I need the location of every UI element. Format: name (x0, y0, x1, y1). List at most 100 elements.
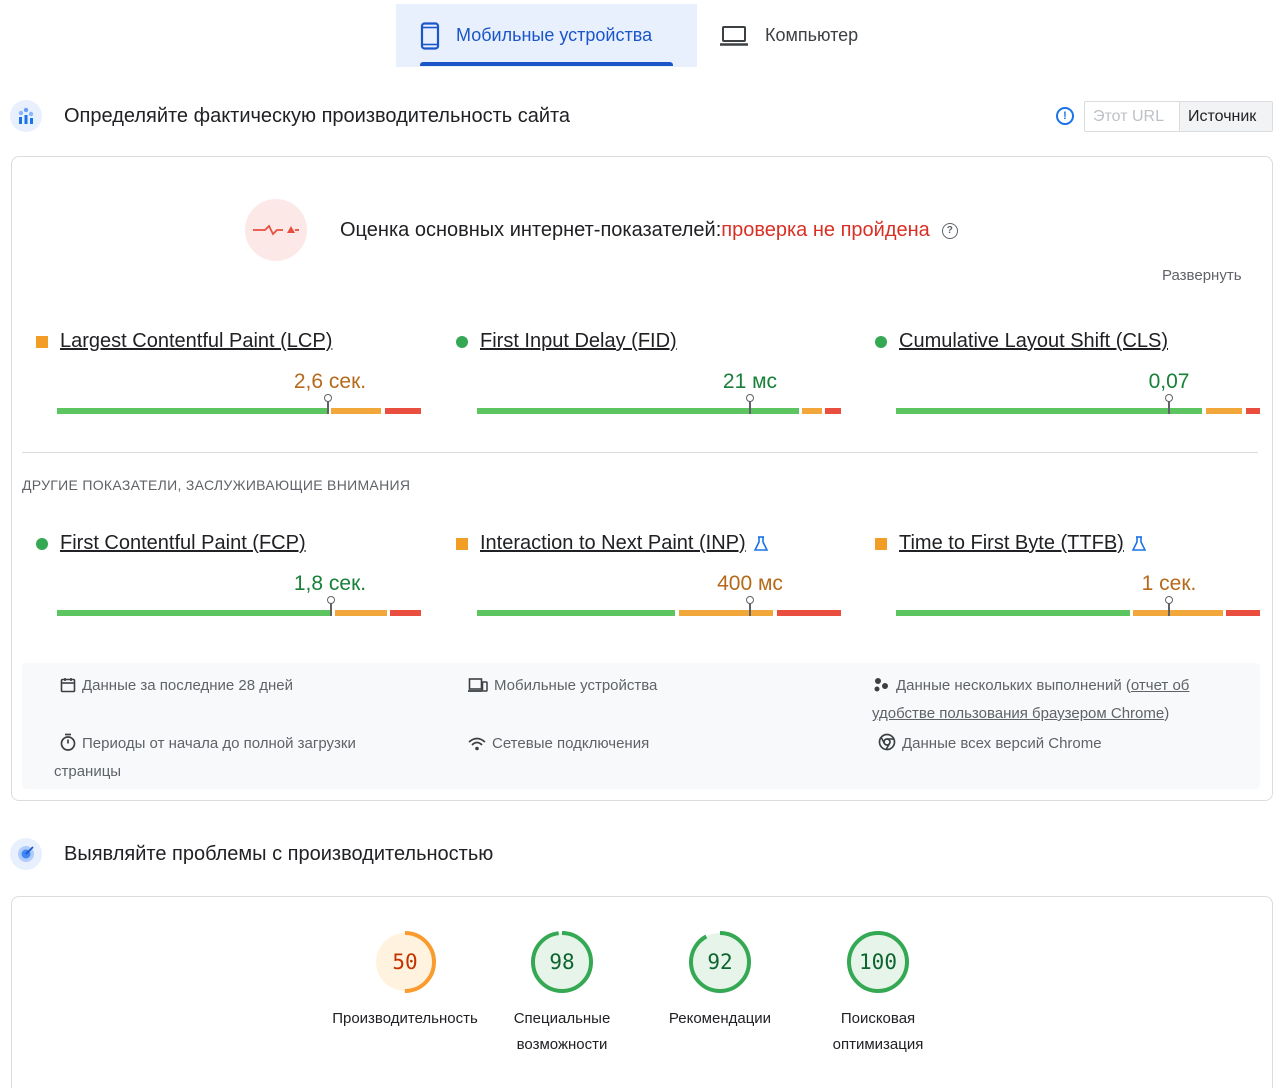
score-best-practices[interactable]: 92 Рекомендации (640, 930, 800, 1032)
devices-icon (468, 676, 488, 701)
lab-section-header: Выявляйте проблемы с производительностью (10, 838, 493, 870)
network-connections-text: Сетевые подключения (492, 735, 650, 752)
lab-section-title: Выявляйте проблемы с производительностью (64, 842, 494, 865)
visit-durations-line2: страницы (54, 763, 122, 780)
metric-fcp: First Contentful Paint (FCP) 1,8 сек. (36, 532, 421, 616)
metric-cls: Cumulative Layout Shift (CLS) 0,07 (875, 330, 1260, 414)
metric-cls-marker (1165, 394, 1173, 414)
metric-lcp-marker (324, 394, 332, 414)
metric-inp-distribution (477, 596, 841, 616)
cwv-assessment: Оценка основных интернет-показателей: про… (340, 219, 958, 242)
divider (22, 452, 1258, 453)
metric-fid-link[interactable]: First Input Delay (FID) (480, 330, 677, 353)
calendar-icon (60, 676, 76, 701)
metric-ttfb-marker (1165, 596, 1173, 616)
good-dot-icon (36, 537, 48, 550)
metric-ttfb-value: 1 сек. (1141, 572, 1197, 595)
device-tabs: Мобильные устройства Компьютер (396, 4, 858, 67)
average-square-icon (456, 537, 468, 550)
collection-period-text: Данные за последние 28 дней (82, 677, 294, 694)
metric-fid-value: 21 мс (722, 370, 778, 393)
score-seo-value: 100 (859, 950, 897, 974)
sample-info: Данные нескольких выполнений (отчет об уд… (872, 673, 1242, 726)
metric-lcp-link[interactable]: Largest Contentful Paint (LCP) (60, 330, 332, 353)
field-section-title: Определяйте фактическую производительнос… (64, 104, 571, 127)
metric-lcp: Largest Contentful Paint (LCP) 2,6 сек. (36, 330, 421, 414)
good-dot-icon (875, 335, 887, 348)
tab-mobile-label: Мобильные устройства (456, 25, 653, 45)
score-accessibility-label2: возможности (516, 1036, 608, 1053)
score-best-practices-value: 92 (707, 950, 733, 974)
help-icon[interactable]: ? (941, 222, 958, 239)
field-section-header: Определяйте фактическую производительнос… (10, 100, 570, 132)
metric-fid-distribution (477, 394, 841, 414)
field-data-footer: Данные за последние 28 дней Мобильные ус… (22, 663, 1260, 789)
metric-ttfb: Time to First Byte (TTFB) 1 сек. (875, 532, 1260, 616)
score-performance-value: 50 (392, 950, 418, 974)
score-performance[interactable]: 50 Производительность (325, 930, 485, 1032)
metric-cls-link[interactable]: Cumulative Layout Shift (CLS) (899, 330, 1168, 353)
metric-cls-distribution (896, 394, 1260, 414)
failed-assessment-icon (245, 199, 307, 261)
score-seo[interactable]: 100 Поисковая оптимизация (798, 930, 958, 1058)
network-connections: Сетевые подключения (468, 731, 649, 759)
metric-fcp-marker (327, 596, 335, 616)
url-origin-toggle: Этот URL Источник (1084, 101, 1273, 132)
users-icon (872, 676, 890, 701)
score-best-practices-label: Рекомендации (668, 1010, 772, 1027)
metric-ttfb-link[interactable]: Time to First Byte (TTFB) (899, 532, 1124, 555)
device-type-text: Мобильные устройства (494, 677, 658, 694)
good-dot-icon (456, 335, 468, 348)
metric-inp-marker (746, 596, 754, 616)
visit-durations: Периоды от начала до полной загрузки стра… (54, 731, 420, 784)
chrome-versions: Данные всех версий Chrome (878, 731, 1102, 759)
tab-desktop[interactable]: Компьютер (697, 4, 858, 67)
metric-fid: First Input Delay (FID) 21 мс (456, 330, 841, 414)
sample-info-suffix: ) (1164, 705, 1170, 722)
lab-diagnose-icon (10, 838, 42, 870)
score-accessibility[interactable]: 98 Специальные возможности (482, 930, 642, 1058)
chrome-icon (878, 733, 896, 759)
tab-desktop-label: Компьютер (765, 25, 859, 45)
tab-mobile[interactable]: Мобильные устройства (396, 4, 697, 67)
crux-report-link-cont[interactable]: удобстве пользования браузером Chrome (872, 705, 1164, 722)
laptop-icon (719, 25, 749, 47)
score-accessibility-value: 98 (549, 950, 575, 974)
metric-inp-value: 400 мс (717, 572, 783, 595)
expand-link[interactable]: Развернуть (1162, 267, 1242, 284)
chrome-versions-text: Данные всех версий Chrome (902, 735, 1102, 752)
average-square-icon (36, 335, 48, 348)
metric-ttfb-distribution (896, 596, 1260, 616)
metric-lcp-value: 2,6 сек. (293, 370, 367, 393)
wifi-icon (468, 734, 486, 759)
score-seo-label2: оптимизация (832, 1036, 924, 1053)
sample-info-prefix: Данные нескольких выполнений ( (896, 677, 1131, 694)
score-accessibility-label1: Специальные (513, 1010, 611, 1027)
score-performance-label: Производительность (332, 1010, 478, 1027)
stopwatch-icon (60, 733, 76, 759)
metric-lcp-distribution (57, 394, 421, 414)
metric-inp: Interaction to Next Paint (INP) 400 мс (456, 532, 841, 616)
metric-cls-value: 0,07 (1148, 370, 1190, 393)
smartphone-icon (420, 21, 440, 50)
experimental-flask-icon (753, 535, 768, 552)
device-type: Мобильные устройства (468, 673, 657, 701)
origin-button[interactable]: Источник (1180, 102, 1272, 131)
crux-report-link[interactable]: отчет об (1131, 677, 1190, 694)
assessment-label: Оценка основных интернет-показателей: (340, 219, 722, 241)
visit-durations-line1: Периоды от начала до полной загрузки (82, 735, 356, 752)
metric-fcp-value: 1,8 сек. (293, 572, 367, 595)
this-url-button[interactable]: Этот URL (1085, 102, 1180, 131)
metric-fid-marker (746, 394, 754, 414)
average-square-icon (875, 537, 887, 550)
metric-fcp-link[interactable]: First Contentful Paint (FCP) (60, 532, 306, 555)
collection-period: Данные за последние 28 дней (60, 673, 293, 701)
score-seo-label1: Поисковая (840, 1010, 916, 1027)
field-data-icon (10, 100, 42, 132)
metric-fcp-distribution (57, 596, 421, 616)
other-metrics-title: ДРУГИЕ ПОКАЗАТЕЛИ, ЗАСЛУЖИВАЮЩИЕ ВНИМАНИ… (22, 477, 411, 493)
metric-inp-link[interactable]: Interaction to Next Paint (INP) (480, 532, 746, 555)
assessment-status: проверка не пройдена (721, 219, 930, 241)
info-icon[interactable]: ! (1056, 107, 1074, 125)
experimental-flask-icon (1131, 535, 1146, 552)
